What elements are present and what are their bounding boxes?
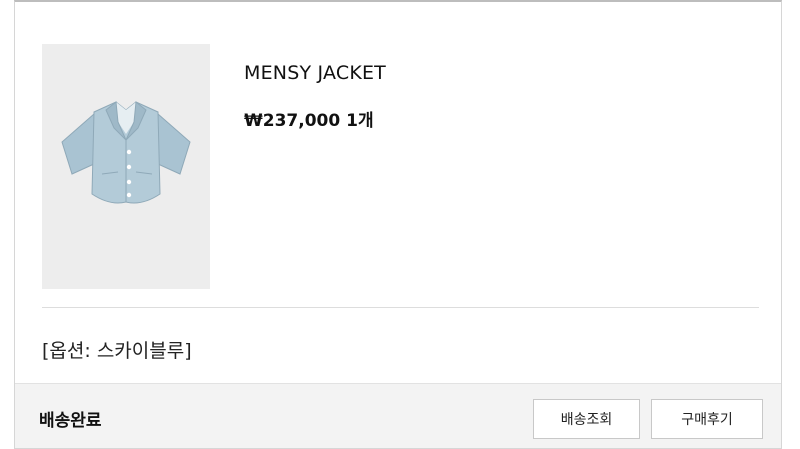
product-name[interactable]: MENSY JACKET — [244, 62, 386, 84]
order-card: MENSY JACKET ₩237,000 1개 [옵션: 스카이블루] 배송완… — [14, 0, 782, 449]
product-image[interactable] — [42, 44, 210, 289]
product-quantity: 1개 — [346, 111, 374, 131]
product-option: [옵션: 스카이블루] — [42, 340, 192, 362]
divider — [42, 307, 759, 308]
track-delivery-button[interactable]: 배송조회 — [533, 399, 640, 439]
delivery-status: 배송완료 — [39, 411, 102, 431]
price-quantity: ₩237,000 1개 — [244, 106, 374, 131]
product-price: ₩237,000 — [244, 111, 341, 131]
jacket-image — [61, 101, 191, 204]
order-footer: 배송완료 배송조회 구매후기 — [15, 383, 781, 448]
write-review-button[interactable]: 구매후기 — [651, 399, 763, 439]
